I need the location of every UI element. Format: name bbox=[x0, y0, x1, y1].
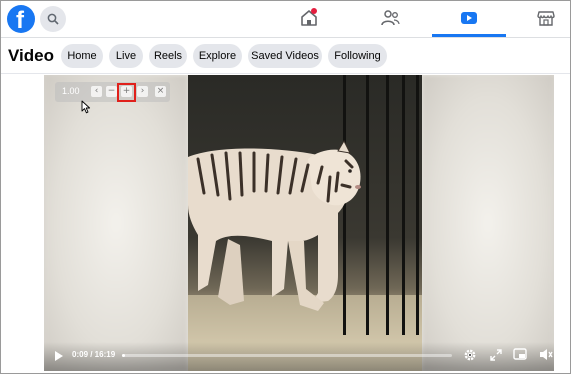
player-controls: 0:09 / 16:19 bbox=[44, 342, 554, 371]
filter-explore[interactable]: Explore bbox=[193, 44, 242, 68]
notification-dot bbox=[311, 8, 317, 14]
friends-icon bbox=[381, 10, 400, 26]
zoom-out-button[interactable]: − bbox=[106, 86, 117, 97]
video-icon bbox=[461, 12, 477, 24]
tiger-image bbox=[188, 139, 361, 311]
filter-reels[interactable]: Reels bbox=[149, 44, 187, 68]
mouse-cursor-icon bbox=[81, 100, 91, 114]
top-nav: f bbox=[1, 1, 570, 38]
fullscreen-icon[interactable] bbox=[490, 349, 502, 361]
app-window: f Video Home Live Reels Explore Saved Vi… bbox=[0, 0, 571, 374]
zoom-fit-button[interactable]: › bbox=[137, 86, 148, 97]
facebook-logo[interactable]: f bbox=[7, 5, 35, 34]
zoom-in-highlight-box bbox=[117, 83, 136, 102]
filter-live[interactable]: Live bbox=[109, 44, 143, 68]
facebook-logo-letter: f bbox=[16, 7, 24, 34]
video-blur-left bbox=[44, 75, 188, 371]
zoom-value: 1.00 bbox=[62, 86, 80, 96]
zoom-control: 1.00 ‹ − + › × bbox=[55, 82, 170, 102]
tab-marketplace[interactable] bbox=[509, 1, 570, 37]
volume-mute-icon[interactable] bbox=[539, 348, 553, 361]
marketplace-icon bbox=[537, 11, 555, 26]
zoom-reset-button[interactable]: ‹ bbox=[91, 86, 102, 97]
page-title: Video bbox=[8, 46, 54, 65]
video-blur-right bbox=[422, 75, 554, 371]
tab-video[interactable] bbox=[432, 1, 506, 37]
video-frame bbox=[188, 75, 422, 371]
play-icon[interactable] bbox=[54, 350, 64, 362]
filter-saved-videos[interactable]: Saved Videos bbox=[248, 44, 322, 68]
filter-following[interactable]: Following bbox=[328, 44, 387, 68]
filter-home[interactable]: Home bbox=[61, 44, 103, 68]
zoom-close-button[interactable]: × bbox=[155, 86, 166, 97]
search-icon bbox=[47, 13, 59, 25]
video-header: Video Home Live Reels Explore Saved Vide… bbox=[1, 38, 570, 74]
tab-home[interactable] bbox=[272, 1, 346, 37]
picture-in-picture-icon[interactable] bbox=[513, 348, 527, 361]
settings-gear-icon[interactable] bbox=[463, 348, 477, 362]
video-player[interactable]: 0:09 / 16:19 bbox=[44, 75, 554, 371]
search-button[interactable] bbox=[40, 6, 66, 32]
tab-friends[interactable] bbox=[352, 1, 426, 37]
progress-bar[interactable] bbox=[122, 354, 452, 357]
time-display: 0:09 / 16:19 bbox=[72, 350, 116, 359]
progress-fill bbox=[122, 354, 126, 357]
